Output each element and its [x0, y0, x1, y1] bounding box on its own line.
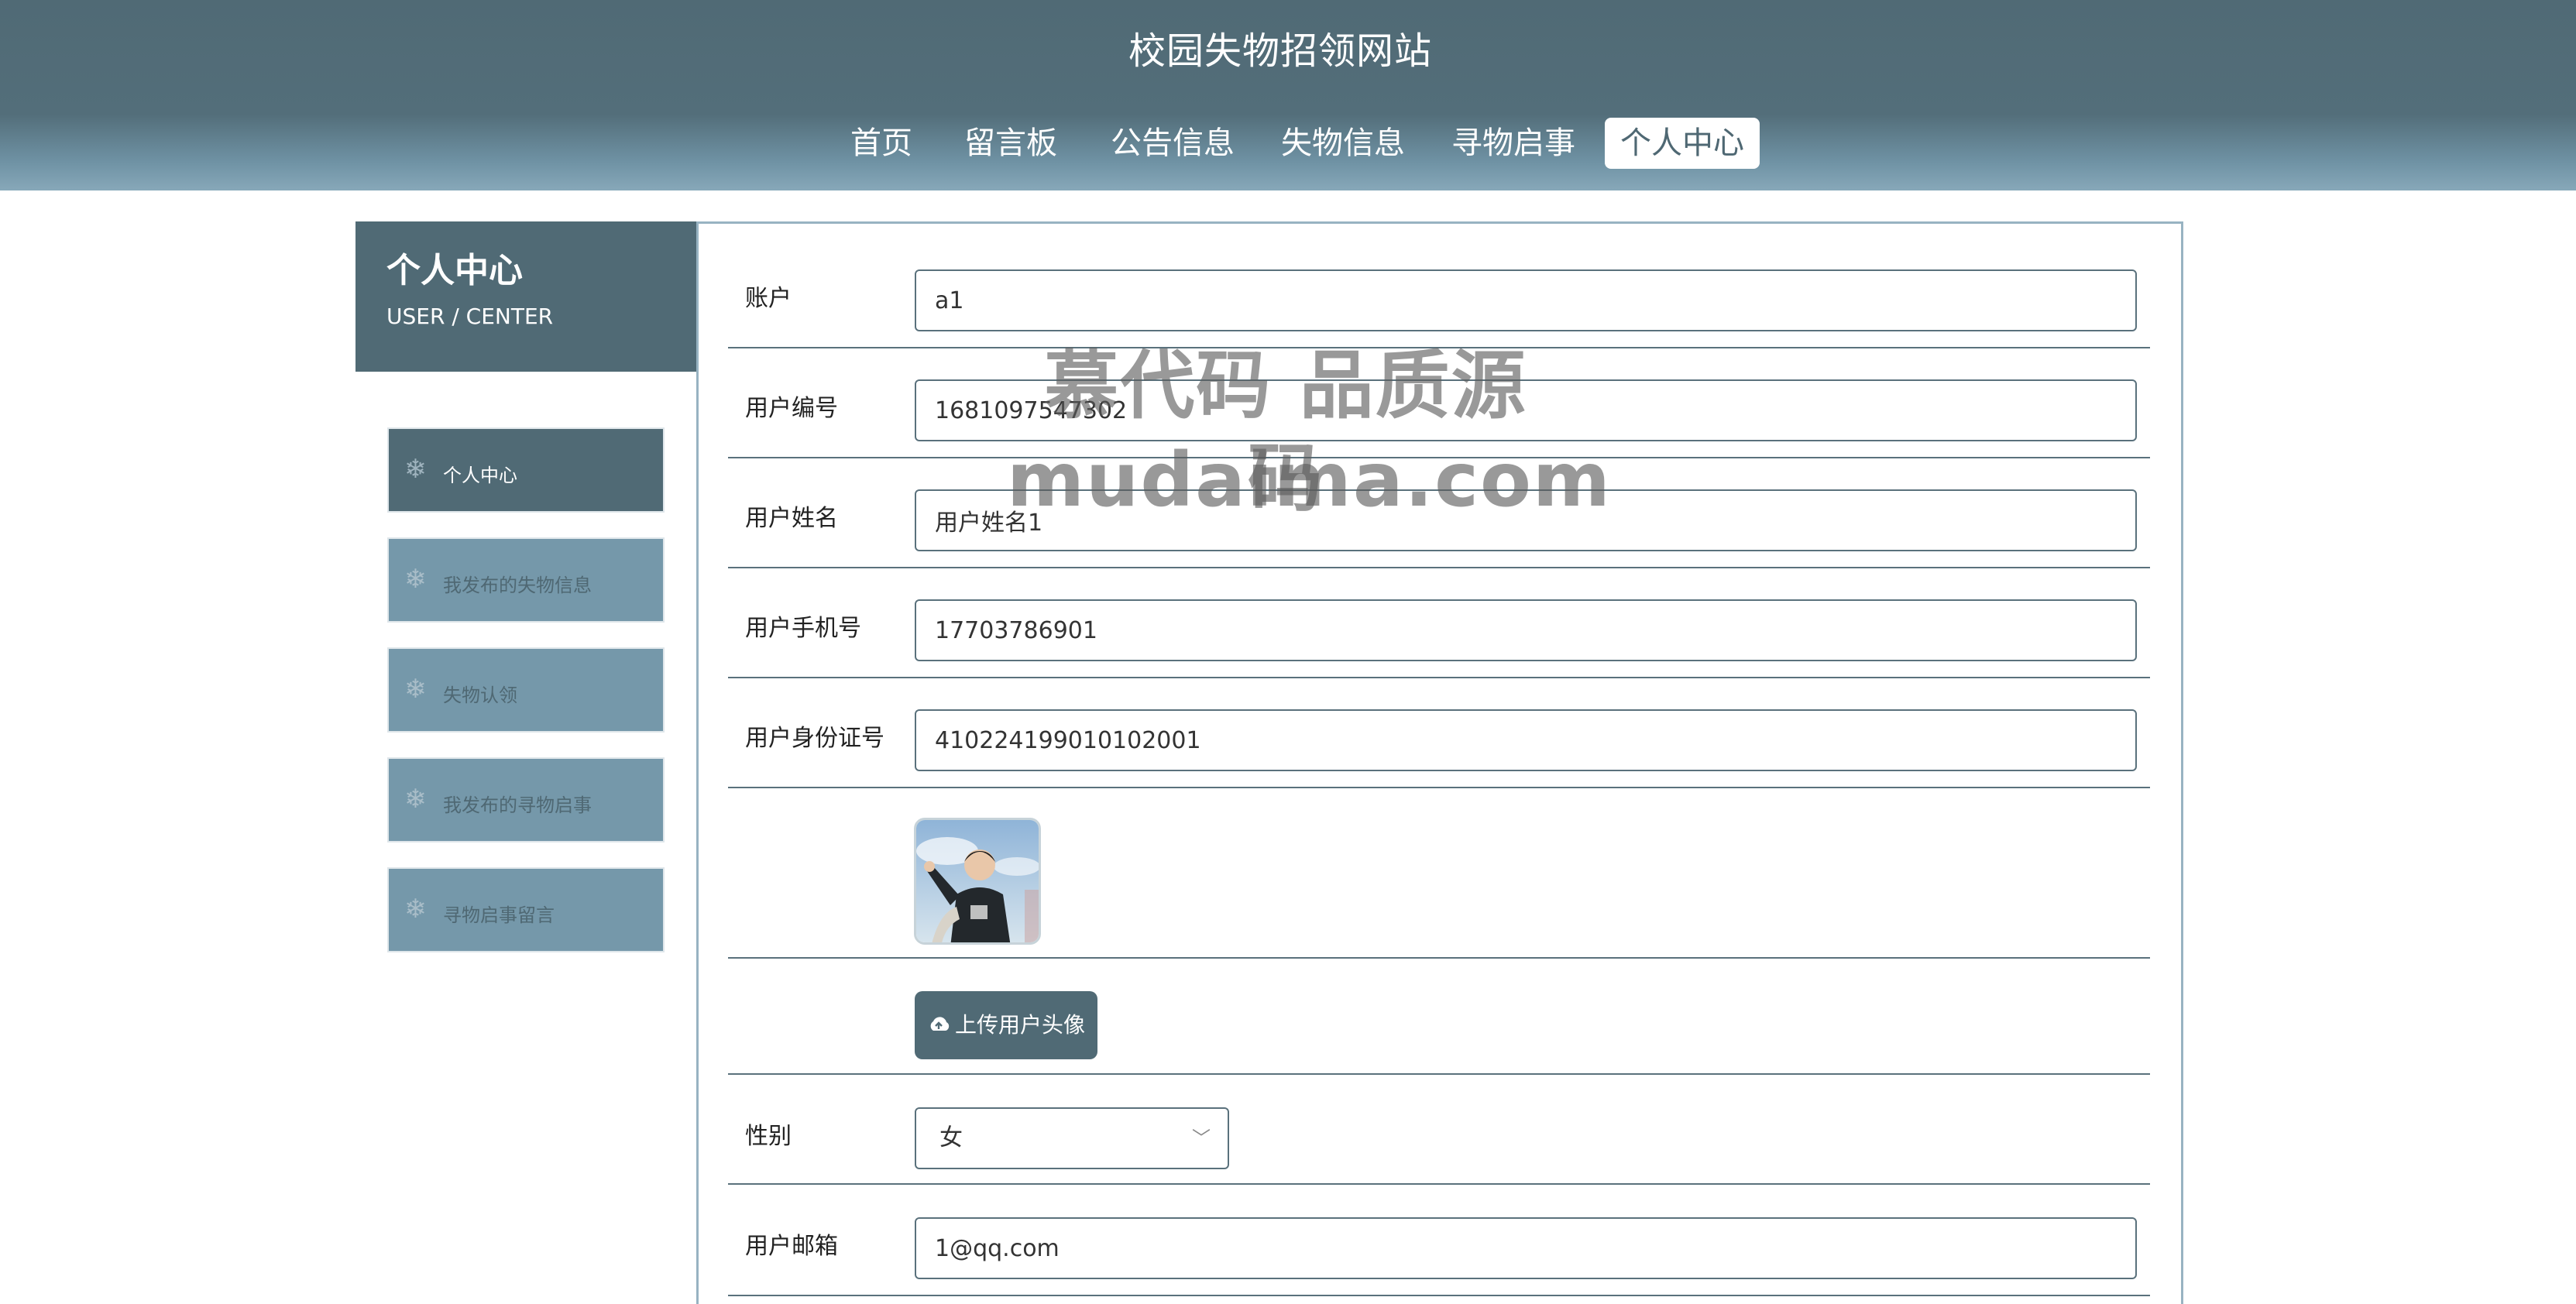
id-card-input[interactable] — [915, 709, 2137, 771]
sidebar-item-label: 我发布的失物信息 — [443, 575, 592, 596]
sidebar-item-my-lost-items[interactable]: ❄ 我发布的失物信息 — [387, 537, 665, 623]
sidebar-header: 个人中心 USER / CENTER — [355, 221, 696, 372]
gender-select[interactable]: 女 ﹀ — [915, 1107, 1229, 1169]
gender-label: 性别 — [745, 1123, 792, 1150]
sidebar-item-claims[interactable]: ❄ 失物认领 — [387, 647, 665, 733]
sidebar-item-label: 失物认领 — [443, 685, 517, 706]
nav-item-message-board[interactable]: 留言板 — [953, 118, 1069, 169]
row-divider — [728, 957, 2150, 959]
nav-item-search-notices[interactable]: 寻物启事 — [1436, 118, 1591, 169]
row-divider — [728, 567, 2150, 568]
upload-avatar-label: 上传用户头像 — [954, 1013, 1085, 1037]
sidebar-title: 个人中心 — [386, 251, 523, 290]
row-divider — [728, 1073, 2150, 1075]
user-number-label: 用户编号 — [745, 395, 838, 422]
id-card-label: 用户身份证号 — [745, 725, 884, 752]
row-divider — [728, 1295, 2150, 1296]
snowflake-icon: ❄ — [404, 894, 427, 925]
user-avatar — [914, 818, 1041, 945]
nav-item-home[interactable]: 首页 — [836, 118, 926, 169]
phone-label: 用户手机号 — [745, 615, 861, 642]
chevron-down-icon: ﹀ — [1192, 1127, 1211, 1149]
email-input[interactable] — [915, 1217, 2137, 1279]
nav-item-announcements[interactable]: 公告信息 — [1095, 118, 1250, 169]
email-label: 用户邮箱 — [745, 1233, 838, 1260]
sidebar-item-label: 我发布的寻物启事 — [443, 794, 592, 816]
gender-selected-value: 女 — [939, 1124, 963, 1151]
sidebar-item-label: 寻物启事留言 — [443, 904, 555, 926]
nav-item-lost-items[interactable]: 失物信息 — [1266, 118, 1420, 169]
upload-avatar-button[interactable]: 上传用户头像 — [915, 991, 1097, 1059]
cloud-upload-icon — [927, 993, 950, 1061]
user-name-label: 用户姓名 — [745, 505, 838, 532]
row-divider — [728, 1183, 2150, 1185]
snowflake-icon: ❄ — [404, 784, 427, 815]
site-title: 校园失物招领网站 — [1128, 29, 1432, 73]
sidebar-item-my-search-notices[interactable]: ❄ 我发布的寻物启事 — [387, 757, 665, 842]
account-label: 账户 — [745, 285, 792, 312]
snowflake-icon: ❄ — [404, 454, 427, 485]
snowflake-icon: ❄ — [404, 674, 427, 705]
snowflake-icon: ❄ — [404, 564, 427, 595]
sidebar-item-user-center[interactable]: ❄ 个人中心 — [387, 427, 665, 513]
phone-input[interactable] — [915, 599, 2137, 661]
watermark-url: mudaima.com — [1007, 437, 1612, 523]
top-nav: 首页 留言板 公告信息 失物信息 寻物启事 个人中心 — [0, 118, 2576, 169]
avatar-image — [916, 820, 1039, 942]
sidebar-item-label: 个人中心 — [443, 465, 517, 486]
nav-item-user-center[interactable]: 个人中心 — [1605, 118, 1760, 169]
account-input[interactable] — [915, 269, 2137, 331]
row-divider — [728, 787, 2150, 788]
site-header: 校园失物招领网站 首页 留言板 公告信息 失物信息 寻物启事 个人中心 — [0, 0, 2576, 190]
row-divider — [728, 677, 2150, 678]
sidebar-subtitle: USER / CENTER — [386, 304, 554, 329]
sidebar-item-notice-messages[interactable]: ❄ 寻物启事留言 — [387, 867, 665, 952]
